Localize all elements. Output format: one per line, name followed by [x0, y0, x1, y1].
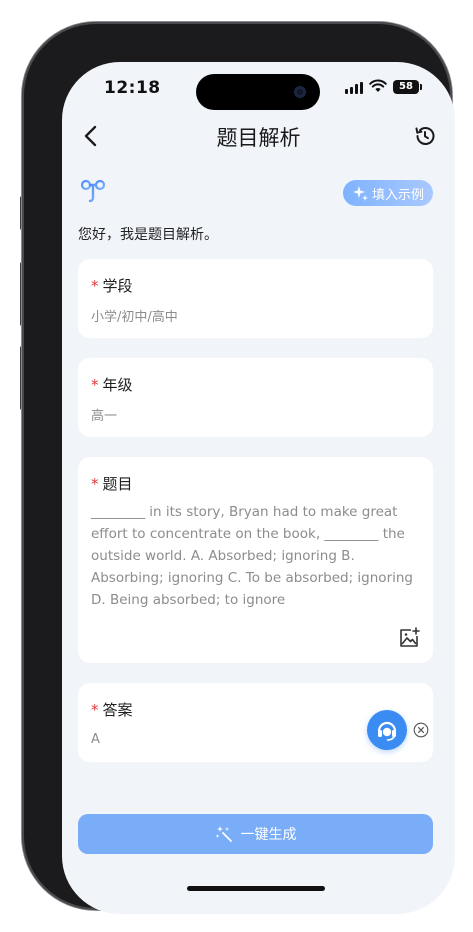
stage-card[interactable]: * 学段 小学/初中/高中 — [78, 259, 433, 338]
dynamic-island — [196, 74, 320, 110]
grade-field[interactable]: 高一 — [91, 405, 117, 424]
home-indicator[interactable] — [187, 886, 325, 891]
status-time: 12:18 — [104, 78, 161, 98]
sparkle-icon — [352, 186, 368, 201]
image-upload-icon[interactable] — [398, 627, 420, 649]
answer-label: * 答案 — [91, 701, 133, 719]
status-bar: 12:18 58 — [62, 62, 455, 116]
camera-icon — [294, 86, 306, 98]
headset-icon — [377, 721, 397, 741]
fill-example-button[interactable]: 填入示例 — [343, 180, 433, 206]
generate-label: 一键生成 — [240, 827, 297, 843]
close-icon[interactable] — [413, 722, 429, 738]
required-mark: * — [91, 701, 99, 719]
question-label: * 题目 — [91, 475, 133, 493]
customer-service-button[interactable] — [367, 710, 407, 750]
nav-header: 题目解析 — [62, 116, 455, 156]
app-screen: 12:18 58 题目解析 填入示例 您好，我是题目解析。 * 学段 小学/初中… — [62, 62, 455, 914]
greeting-text: 您好，我是题目解析。 — [78, 227, 218, 243]
battery-tip — [420, 84, 422, 90]
stage-label: * 学段 — [91, 277, 133, 295]
question-field[interactable]: ________ in its story, Bryan had to make… — [91, 501, 421, 611]
required-mark: * — [91, 277, 99, 295]
phone-frame: 12:18 58 题目解析 填入示例 您好，我是题目解析。 * 学段 小学/初中… — [22, 22, 455, 914]
wifi-icon — [369, 79, 387, 92]
signal-icon — [345, 82, 363, 94]
fill-example-label: 填入示例 — [371, 187, 424, 203]
answer-field[interactable]: A — [91, 732, 100, 747]
magic-wand-icon — [215, 826, 232, 842]
required-mark: * — [91, 475, 99, 493]
assistant-logo-icon — [80, 179, 106, 203]
question-card[interactable]: * 题目 ________ in its story, Bryan had to … — [78, 457, 433, 663]
grade-label: * 年级 — [91, 376, 133, 394]
history-icon[interactable] — [413, 124, 437, 148]
page-title: 题目解析 — [216, 126, 301, 150]
stage-field[interactable]: 小学/初中/高中 — [91, 306, 178, 325]
required-mark: * — [91, 376, 99, 394]
grade-card[interactable]: * 年级 高一 — [78, 358, 433, 437]
battery-icon: 58 — [393, 80, 419, 94]
generate-button[interactable]: 一键生成 — [78, 814, 433, 854]
